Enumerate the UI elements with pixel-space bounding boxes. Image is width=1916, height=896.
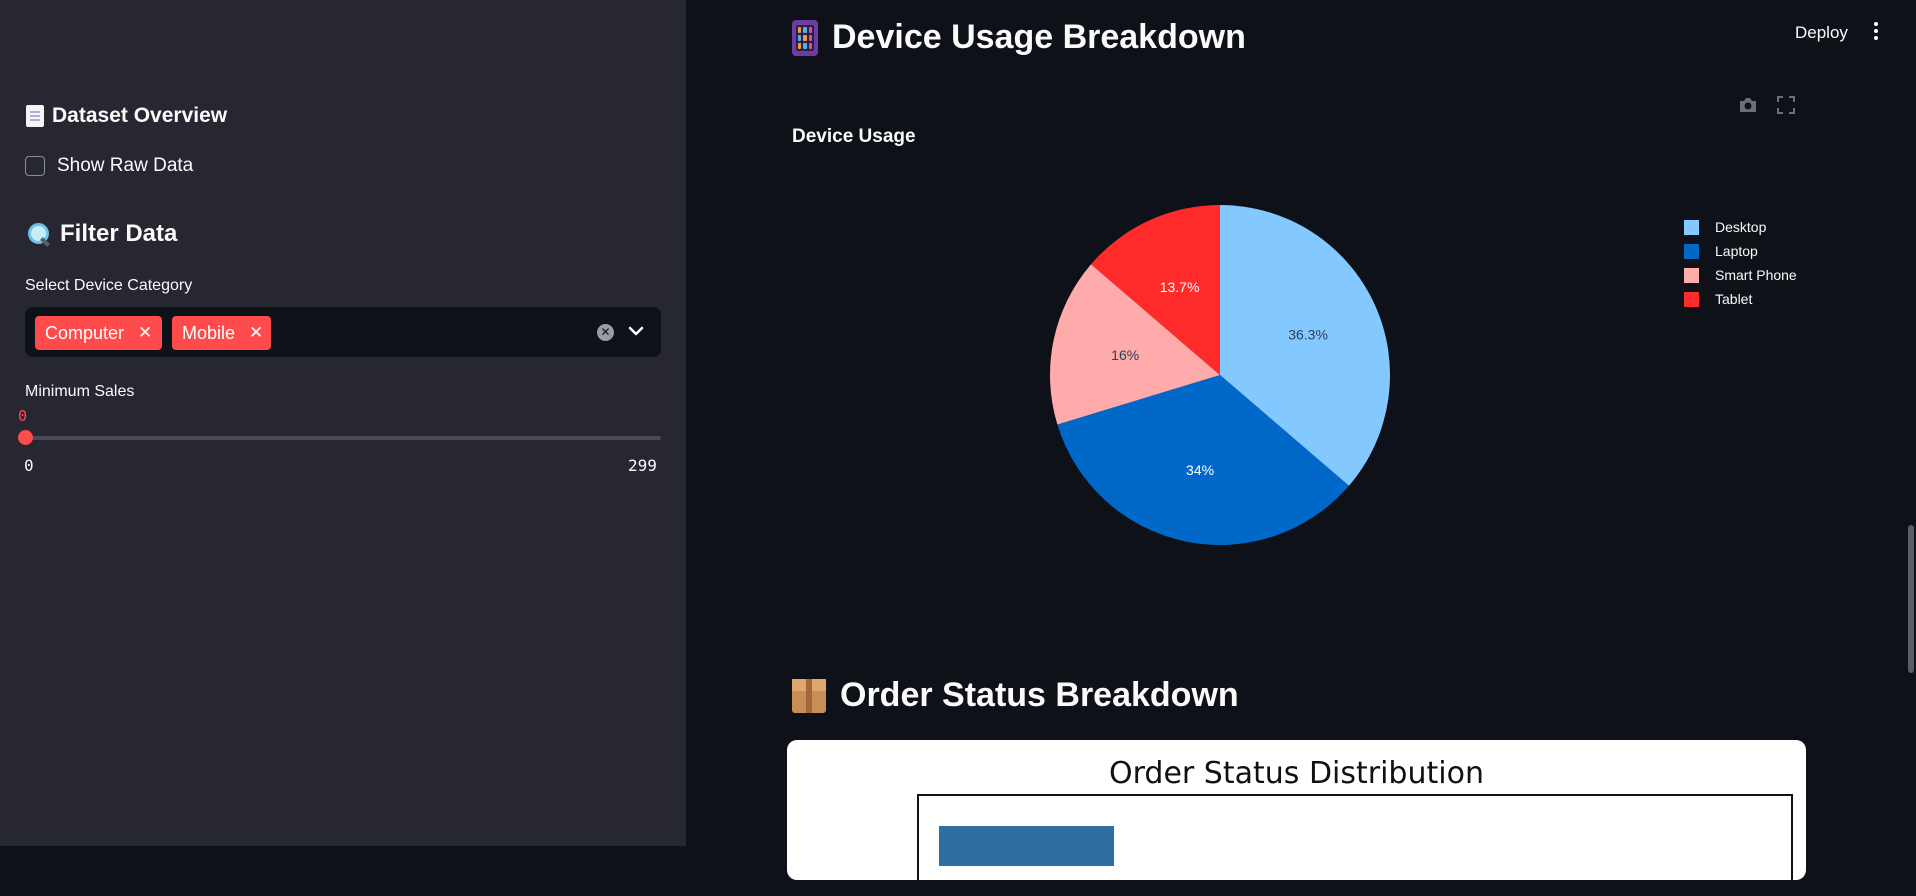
device-usage-pie-chart: 36.3% 34% 16% 13.7% xyxy=(1050,205,1390,545)
package-icon xyxy=(792,678,826,713)
device-usage-chart-title: Device Usage xyxy=(792,126,916,147)
legend-label: Tablet xyxy=(1715,291,1753,307)
deploy-button[interactable]: Deploy xyxy=(1795,23,1848,43)
clear-all-icon[interactable]: ✕ xyxy=(597,324,614,341)
remove-tag-icon[interactable]: ✕ xyxy=(249,323,263,343)
filter-data-heading: Filter Data xyxy=(26,220,177,248)
dataset-overview-heading: Dataset Overview xyxy=(26,104,227,128)
pie-slice-label: 16% xyxy=(1111,347,1139,363)
legend-swatch xyxy=(1684,291,1699,307)
slider-max-value: 299 xyxy=(628,456,657,475)
main-menu-icon[interactable] xyxy=(1872,22,1880,42)
slider-thumb[interactable] xyxy=(18,430,33,445)
magnifier-icon xyxy=(26,221,52,247)
sidebar: Dataset Overview Show Raw Data Filter Da… xyxy=(0,0,686,846)
dataset-overview-label: Dataset Overview xyxy=(52,104,228,127)
pie-slice-label: 13.7% xyxy=(1160,279,1200,295)
tag-label: Computer xyxy=(45,322,125,343)
chevron-down-icon[interactable] xyxy=(625,320,647,342)
order-status-bar xyxy=(939,826,1114,866)
slider-min-value: 0 xyxy=(24,456,34,475)
device-usage-title-text: Device Usage Breakdown xyxy=(832,18,1246,56)
device-usage-title: Device Usage Breakdown xyxy=(792,18,1246,57)
slider-track[interactable] xyxy=(25,436,661,440)
device-category-label: Select Device Category xyxy=(25,277,193,294)
document-icon xyxy=(26,105,44,127)
order-status-title: Order Status Breakdown xyxy=(792,676,1239,715)
order-status-chart-title: Order Status Distribution xyxy=(1109,756,1484,791)
pie-slice-label: 34% xyxy=(1186,462,1214,478)
legend-item[interactable]: Tablet xyxy=(1684,287,1797,311)
legend-swatch xyxy=(1684,267,1699,283)
tag-computer[interactable]: Computer ✕ xyxy=(35,316,162,350)
legend-item[interactable]: Laptop xyxy=(1684,239,1797,263)
show-raw-data-label: Show Raw Data xyxy=(57,155,194,176)
tag-label: Mobile xyxy=(182,322,236,343)
legend-item[interactable]: Desktop xyxy=(1684,215,1797,239)
camera-icon[interactable] xyxy=(1738,96,1758,114)
legend-label: Desktop xyxy=(1715,219,1767,235)
legend-swatch xyxy=(1684,243,1699,259)
tag-mobile[interactable]: Mobile ✕ xyxy=(172,316,271,350)
legend-swatch xyxy=(1684,219,1699,235)
mobile-phone-icon xyxy=(792,19,818,56)
order-status-title-text: Order Status Breakdown xyxy=(840,676,1239,714)
legend-label: Smart Phone xyxy=(1715,267,1797,283)
show-raw-data-checkbox[interactable]: Show Raw Data xyxy=(25,155,193,177)
pie-legend: Desktop Laptop Smart Phone Tablet xyxy=(1684,215,1797,311)
legend-item[interactable]: Smart Phone xyxy=(1684,263,1797,287)
legend-label: Laptop xyxy=(1715,243,1758,259)
checkbox-icon[interactable] xyxy=(25,156,45,176)
fullscreen-icon[interactable] xyxy=(1777,96,1795,114)
remove-tag-icon[interactable]: ✕ xyxy=(138,323,152,343)
slider-current-value: 0 xyxy=(18,407,28,425)
scrollbar[interactable] xyxy=(1908,525,1914,673)
filter-data-label: Filter Data xyxy=(60,220,178,247)
device-category-multiselect[interactable]: Computer ✕ Mobile ✕ ✕ xyxy=(25,307,661,357)
pie-slice-label: 36.3% xyxy=(1288,327,1328,343)
minimum-sales-label: Minimum Sales xyxy=(25,383,135,400)
order-status-chart-card: Order Status Distribution xyxy=(787,740,1806,896)
